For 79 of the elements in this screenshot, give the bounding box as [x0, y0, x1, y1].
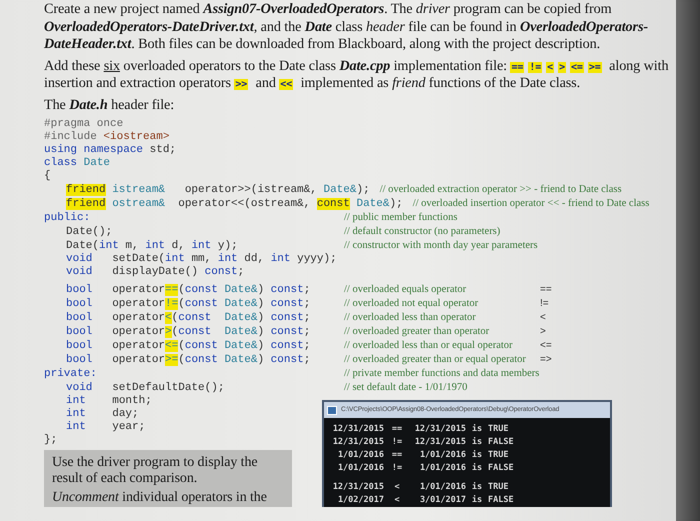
console-text: 12/31/2015: [414, 423, 466, 436]
console-text: is: [472, 481, 482, 494]
code-comment: // overloaded extraction operator >> - friend to Date class: [380, 183, 622, 196]
console-text: <: [394, 494, 400, 507]
code-comment: // default constructor (no parameters): [344, 225, 502, 238]
code-line: bool operator==(const Date&) const;: [65, 283, 312, 297]
console-text: 12/31/2015: [332, 481, 384, 494]
console-text: FALSE: [488, 436, 514, 449]
code-comment: // overloaded less than operator: [344, 311, 477, 324]
operator-symbol: ==: [540, 283, 552, 296]
console-text: TRUE: [488, 423, 508, 436]
code-comment: // overloaded greater than or equal operator: [344, 353, 527, 366]
code-line: bool operator<(const Date&) const;: [65, 312, 312, 325]
operator-symbol: =>: [540, 353, 552, 366]
console-text: !=: [392, 462, 402, 475]
console-text: is: [472, 423, 482, 436]
code-comment: // overloaded greater than operator: [344, 325, 490, 338]
code-line: bool operator>(const Date&) const;: [65, 326, 312, 339]
console-text: <: [394, 481, 400, 494]
code-comment: // constructor with month day year parameters: [344, 239, 538, 252]
code-line: Date(int m, int d, int y);: [65, 240, 239, 253]
console-text: 1/01/2016: [420, 462, 466, 475]
console-text: is: [472, 449, 482, 462]
code-line: public:: [44, 212, 92, 225]
code-line: friend istream& operator>>(istream&, Date&);: [65, 184, 370, 197]
console-icon: [327, 406, 337, 414]
console-text: 3/01/2017: [420, 494, 466, 507]
console-text: TRUE: [488, 481, 508, 494]
code-line: using namespace std;: [44, 144, 176, 157]
console-text: FALSE: [488, 494, 514, 507]
code-line: void setDefaultDate();: [65, 382, 226, 395]
paragraph: Create a new project named Assign07-OverloadedOperators. The driver program can be copied from OverloadedOperators-DateDriver.txt, and the Date class header file can be found in OverloadedOperators-DateHeader.txt. Both files can be downloaded from Blackboard, along with the project description.: [44, 1, 649, 54]
console-text: is: [472, 462, 482, 475]
code-comment: // overloaded less than or equal operator: [344, 339, 514, 352]
code-line: int month;: [65, 395, 152, 408]
console-text: 12/31/2015: [332, 423, 384, 436]
code-line: bool operator>=(const Date&) const;: [65, 354, 312, 367]
code-line: bool operator<=(const Date&) const;: [65, 340, 312, 353]
code-comment: // overloaded not equal operator: [344, 297, 480, 310]
console-text: 12/31/2015: [414, 436, 466, 449]
paragraph: Use the driver program to display the result of each comparison.: [52, 455, 258, 486]
console-text: 1/01/2016: [420, 481, 466, 494]
code-line: #include <iostream>: [44, 131, 170, 144]
console-text: 12/31/2015: [332, 436, 384, 449]
console-text: FALSE: [488, 462, 514, 475]
code-line: void setDate(int mm, int dd, int yyyy);: [65, 253, 337, 266]
code-line: friend ostream& operator<<(ostream&, const Date&);: [65, 198, 403, 211]
code-line: int day;: [65, 408, 139, 421]
console-text: 1/02/2017: [338, 494, 384, 507]
paragraph: Uncomment individual operators in the: [52, 490, 268, 506]
code-line: #pragma once: [44, 118, 124, 131]
code-line: bool operator!=(const Date&) const;: [65, 298, 312, 311]
code-comment: // overloaded equals operator: [344, 283, 468, 296]
paragraph: The Date.h header file:: [44, 96, 176, 114]
code-comment: // overloaded insertion operator << - friend to Date class: [412, 197, 650, 210]
operator-symbol: <=: [540, 339, 552, 352]
console-text: 1/01/2016: [338, 449, 384, 462]
operator-symbol: !=: [540, 297, 549, 310]
code-line: private:: [44, 368, 98, 381]
code-line: {: [44, 170, 51, 183]
code-comment: // set default date - 1/01/1970: [344, 381, 468, 394]
code-line: class Date: [44, 157, 110, 170]
code-comment: // private member functions and data members: [344, 367, 540, 380]
code-comment: // public member functions: [344, 211, 458, 224]
console-text: is: [472, 436, 482, 449]
console-text: TRUE: [488, 449, 508, 462]
code-line: Date();: [65, 226, 114, 239]
console-text: 1/01/2016: [420, 449, 466, 462]
operator-symbol: >: [540, 325, 546, 338]
console-text: is: [472, 494, 482, 507]
console-text: ==: [392, 423, 402, 436]
code-line: };: [44, 434, 58, 447]
console-text: ==: [392, 449, 402, 462]
console-text: 1/01/2016: [338, 462, 384, 475]
code-line: int year;: [65, 421, 146, 434]
paragraph: Add these six overloaded operators to the Date class Date.cpp implementation file: == != < > <= >= along with insertion and extraction operators >> and << implemented as friend functions of the Date class.: [44, 58, 670, 92]
code-line: void displayDate() const;: [65, 266, 244, 279]
operator-symbol: <: [540, 311, 546, 324]
console-text: !=: [392, 436, 402, 449]
